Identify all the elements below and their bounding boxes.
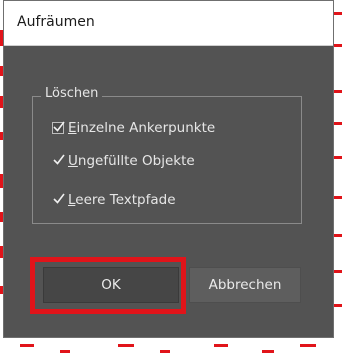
checkbox-box[interactable] [52,121,65,134]
ok-button[interactable]: OK [43,267,179,303]
checkbox-label: Einzelne Ankerpunkte [68,120,216,136]
checkbox-label: Ungefüllte Objekte [68,153,195,169]
checkmark-icon [53,121,65,132]
dialog-title: Aufräumen [17,14,95,30]
group-label: Löschen [41,86,103,101]
checkmark-icon [53,193,65,204]
checkbox-label: Leere Textpfade [68,192,176,208]
checkbox-empty-text-paths[interactable]: Leere Textpfade [52,190,176,210]
checkbox-unfilled-objects[interactable]: Ungefüllte Objekte [52,151,195,171]
checkbox-box[interactable] [52,193,65,206]
checkbox-single-anchor-points[interactable]: Einzelne Ankerpunkte [52,118,215,138]
checkmark-icon [53,154,65,165]
cancel-button[interactable]: Abbrechen [189,267,301,303]
checkbox-box[interactable] [52,154,65,167]
dialog-titlebar: Aufräumen [4,1,333,46]
